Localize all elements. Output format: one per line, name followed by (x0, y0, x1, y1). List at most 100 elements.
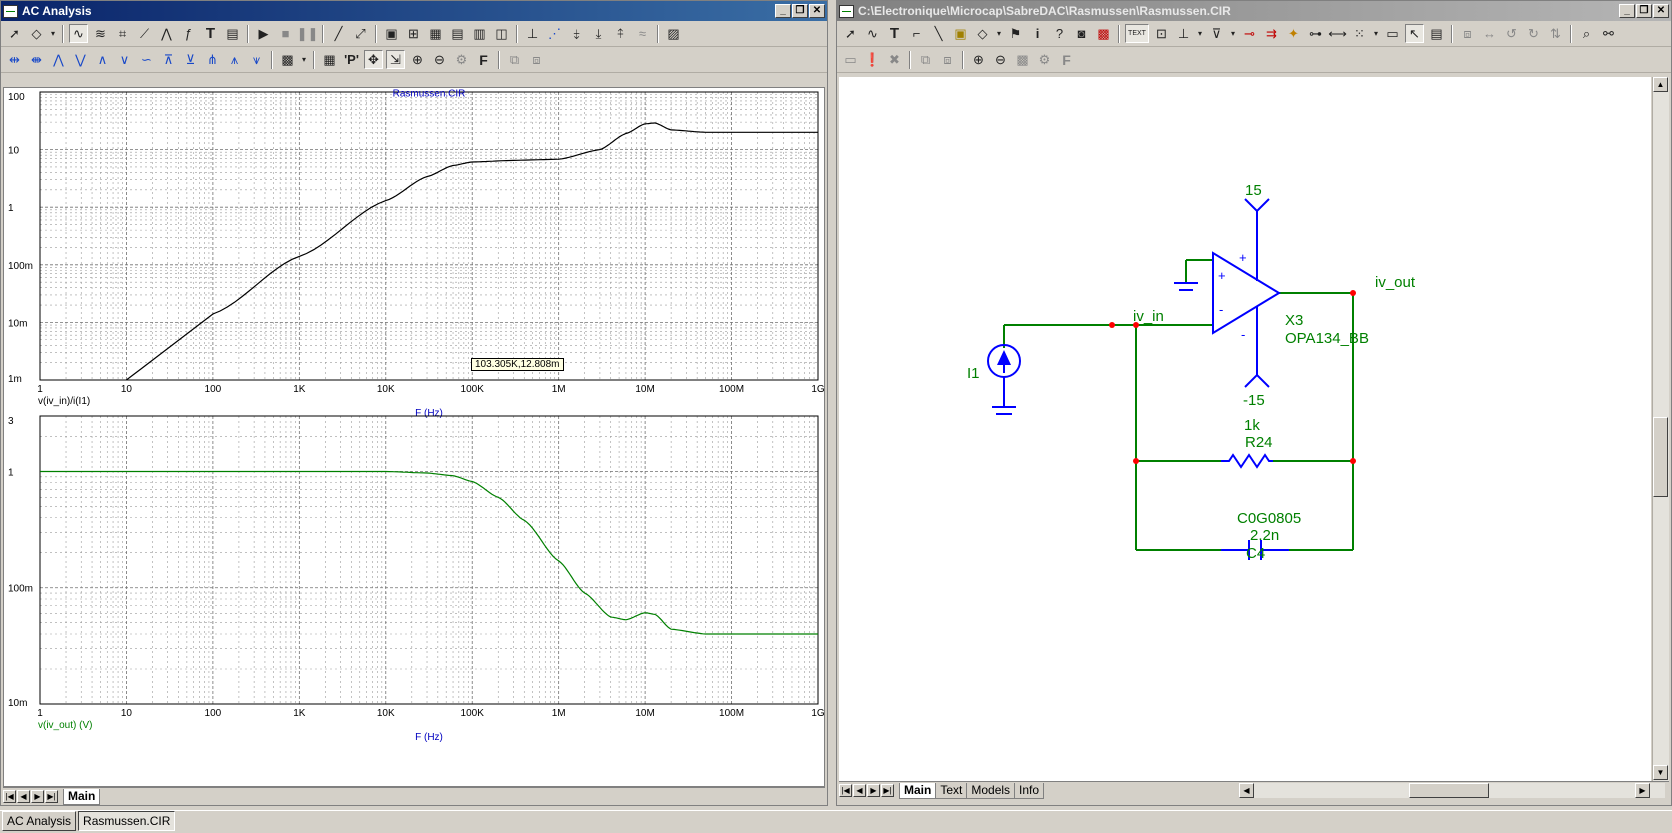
opamp-symbol[interactable] (1212, 251, 1281, 335)
next-tab-icon[interactable]: ▶ (31, 790, 44, 803)
task-schematic[interactable]: Rasmussen.CIR (78, 811, 176, 831)
wire-ortho-icon[interactable]: ⌐ (907, 24, 926, 43)
text-toggle-button[interactable]: TEXT (1125, 24, 1149, 43)
table-icon[interactable]: ▦ (320, 50, 339, 69)
current-icon[interactable]: ⊸ (1240, 24, 1259, 43)
point-labels-icon[interactable]: 'P' (342, 50, 361, 69)
pause-icon[interactable]: ❚❚ (297, 24, 319, 43)
copy-icon[interactable]: ⧉ (505, 50, 524, 69)
scroll-down-icon[interactable]: ▼ (1653, 765, 1668, 780)
global-high-icon[interactable]: ⊼ (159, 50, 178, 69)
dropdown-arrow-icon[interactable]: ▾ (1196, 24, 1204, 43)
marker-icon[interactable]: ⌗ (113, 24, 132, 43)
gear-icon[interactable]: ⚙ (1035, 50, 1054, 69)
wire-icon[interactable]: ∿ (863, 24, 882, 43)
cursor-left-icon[interactable]: ⤈ (567, 24, 586, 43)
first-tab-icon[interactable]: |◀ (839, 784, 852, 797)
probe-icon[interactable]: ▩ (1094, 24, 1113, 43)
task-ac-analysis[interactable]: AC Analysis (2, 811, 77, 831)
inflection-icon[interactable]: ∽ (137, 50, 156, 69)
node-dot[interactable] (1350, 290, 1356, 296)
pan-icon[interactable]: ✥ (364, 50, 383, 69)
power-icon[interactable]: ⇉ (1262, 24, 1281, 43)
prev-tab-icon[interactable]: ◀ (17, 790, 30, 803)
scroll-left-icon[interactable]: ◀ (1239, 783, 1254, 798)
function-icon[interactable]: ƒ (179, 24, 198, 43)
run-icon[interactable]: ▶ (254, 24, 273, 43)
restore-button[interactable]: ❐ (792, 4, 808, 18)
global-low-icon[interactable]: ⊻ (181, 50, 200, 69)
ac-analysis-titlebar[interactable]: AC Analysis _ ❐ ✕ (1, 1, 827, 21)
close-button[interactable]: ✕ (809, 4, 825, 18)
text-tool-icon[interactable]: T (885, 24, 904, 43)
pin-numbers-icon[interactable]: ⟷ (1328, 24, 1347, 43)
pin-names-icon[interactable]: ⊶ (1306, 24, 1325, 43)
grid-horizontal-icon[interactable]: ▤ (448, 24, 467, 43)
scroll-right-icon[interactable]: ▶ (1635, 783, 1650, 798)
cursor-right-icon[interactable]: ⤓ (589, 24, 608, 43)
dropdown-arrow-icon[interactable]: ▾ (1229, 24, 1237, 43)
slope-icon[interactable]: ⟋ (135, 24, 154, 43)
scale-icon[interactable]: ⇲ (386, 50, 405, 69)
minimize-button[interactable]: _ (1619, 4, 1635, 18)
vertical-scrollbar[interactable]: ▲ ▼ (1652, 77, 1669, 781)
condition-icon[interactable]: ✦ (1284, 24, 1303, 43)
schematic-titlebar[interactable]: C:\Electronique\Microcap\SabreDAC\Rasmus… (837, 1, 1671, 21)
picture-icon[interactable]: ▩ (1013, 50, 1032, 69)
node-dot[interactable] (1109, 322, 1115, 328)
waveform-icon[interactable]: ≋ (91, 24, 110, 43)
step-icon[interactable]: ⇅ (1546, 24, 1565, 43)
baseline-icon[interactable]: ⊥ (523, 24, 542, 43)
scroll-thumb[interactable] (1409, 783, 1489, 798)
tab-main[interactable]: Main (63, 788, 101, 805)
tab-models[interactable]: Models (966, 782, 1016, 799)
cursor-mode-icon[interactable]: ▩ (278, 50, 297, 69)
high-find-icon[interactable]: ∧ (93, 50, 112, 69)
zoom-out-icon[interactable]: ⊖ (991, 50, 1010, 69)
horizontal-scrollbar[interactable]: ◀ ▶ (1239, 783, 1665, 798)
diagonal-wire-icon[interactable]: ╲ (929, 24, 948, 43)
line-marker-icon[interactable]: ⤢ (351, 24, 370, 43)
schematic-canvas[interactable]: 15 -15 + - + - X3 OPA134_BB iv_in iv_out… (839, 77, 1651, 781)
info-icon[interactable]: i (1028, 24, 1047, 43)
scroll-up-icon[interactable]: ▲ (1653, 77, 1668, 92)
shapes-icon[interactable]: ◇ (973, 24, 992, 43)
text-tool-icon[interactable]: T (201, 24, 220, 43)
dropdown-arrow-icon[interactable]: ▾ (995, 24, 1003, 43)
bottom-icon[interactable]: ⩚ (225, 50, 244, 69)
properties-icon[interactable]: ▤ (1427, 24, 1446, 43)
scroll-thumb[interactable] (1653, 417, 1668, 497)
peak-icon[interactable]: ⋀ (157, 24, 176, 43)
grid-minor-icon[interactable]: ◫ (492, 24, 511, 43)
cancel-icon[interactable]: ✖ (885, 50, 904, 69)
cursor-prev-icon[interactable]: ⇼ (27, 50, 46, 69)
top-icon[interactable]: ⋔ (203, 50, 222, 69)
camera-icon[interactable]: ◙ (1072, 24, 1091, 43)
cursor-valley-icon[interactable]: ≈ (633, 24, 652, 43)
paste-icon[interactable]: ⧈ (527, 50, 546, 69)
select-arrow-icon[interactable]: ➚ (5, 24, 24, 43)
properties-icon[interactable]: ▤ (223, 24, 242, 43)
prev-tab-icon[interactable]: ◀ (853, 784, 866, 797)
zoom-out-icon[interactable]: ⊖ (430, 50, 449, 69)
font-icon[interactable]: F (474, 50, 493, 69)
node-dot[interactable] (1133, 458, 1139, 464)
curve-icon[interactable]: ∿ (69, 24, 88, 43)
line-icon[interactable]: ╱ (329, 24, 348, 43)
node-dot[interactable] (1350, 458, 1356, 464)
frame-icon[interactable]: ▣ (382, 24, 401, 43)
tab-main[interactable]: Main (899, 782, 937, 799)
next-tab-icon[interactable]: ▶ (867, 784, 880, 797)
error-icon[interactable]: ❗ (863, 50, 882, 69)
component-icon[interactable]: ▣ (951, 24, 970, 43)
slope-find-icon[interactable]: ⩛ (247, 50, 266, 69)
find-icon[interactable]: ⌕ (1577, 24, 1596, 43)
show-border-icon[interactable]: ↖ (1405, 24, 1424, 43)
copy-icon[interactable]: ⧉ (916, 50, 935, 69)
last-tab-icon[interactable]: ▶| (45, 790, 58, 803)
plot-area[interactable]: 1 10 100 1K 10K 100K 1M 10M 100M 1G 100 10 1 100m 10m 1… (3, 87, 825, 787)
grid-dots-icon[interactable]: ⁙ (1350, 24, 1369, 43)
shapes-icon[interactable]: ◇ (27, 24, 46, 43)
help-icon[interactable]: ? (1050, 24, 1069, 43)
minimize-button[interactable]: _ (775, 4, 791, 18)
